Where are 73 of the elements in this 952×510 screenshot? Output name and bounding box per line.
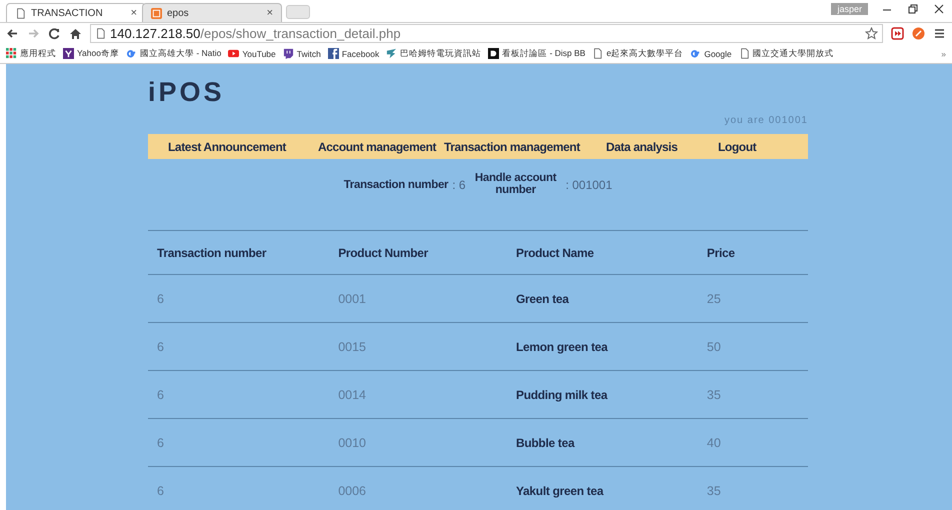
home-icon[interactable]: [69, 27, 82, 40]
nav-link[interactable]: Transaction management: [444, 140, 580, 154]
more-bookmarks-icon[interactable]: »: [941, 48, 946, 58]
bookmark[interactable]: 看板討論區 - Disp BB: [488, 48, 586, 60]
page-icon: [738, 48, 750, 59]
close-icon[interactable]: ×: [266, 7, 273, 19]
back-icon[interactable]: [6, 27, 19, 40]
youtube-icon: [228, 48, 240, 59]
table-cell: Green tea: [507, 274, 698, 322]
page-icon: [592, 48, 604, 59]
twitch-icon: [282, 48, 294, 59]
dragon-icon: [386, 48, 398, 59]
column-header: Product Number: [329, 230, 507, 274]
site-logo: iPOS: [148, 77, 225, 107]
table-cell: 0015: [329, 322, 507, 370]
table-cell: Pudding milk tea: [507, 370, 698, 418]
browser-tab[interactable]: epos ×: [142, 3, 282, 22]
bookmark[interactable]: 巴哈姆特電玩資訊站: [386, 48, 482, 60]
table-cell: 6: [148, 370, 330, 418]
table-cell: 35: [698, 370, 808, 418]
facebook-icon: [328, 48, 339, 59]
app-icon: [151, 8, 162, 18]
column-header: Price: [698, 230, 808, 274]
nav-link[interactable]: Data analysis: [606, 140, 678, 154]
bookmark[interactable]: Google: [690, 48, 732, 59]
bookmark[interactable]: e起來高大數學平台: [592, 48, 684, 60]
nav-link[interactable]: Logout: [718, 140, 756, 154]
user-label: you are 001001: [723, 115, 808, 127]
extension-icon[interactable]: [891, 27, 904, 40]
close-icon[interactable]: ×: [130, 7, 137, 19]
table-cell: 0014: [329, 370, 507, 418]
table-cell: 0001: [329, 274, 507, 322]
restore-icon[interactable]: [906, 2, 920, 16]
menu-icon[interactable]: [933, 27, 946, 40]
d-logo-icon: [488, 48, 500, 59]
table-cell: Bubble tea: [507, 418, 698, 466]
column-header: Transaction number: [148, 230, 330, 274]
pen-icon[interactable]: [912, 27, 925, 40]
star-icon[interactable]: [865, 27, 878, 40]
bookmark[interactable]: Facebook: [328, 48, 380, 59]
table-cell: 0010: [329, 418, 507, 466]
transaction-label: Transaction number: [344, 178, 448, 190]
nav-link[interactable]: Account management: [318, 140, 436, 154]
table-cell: 40: [698, 418, 808, 466]
table-cell: 35: [698, 466, 808, 510]
close-icon[interactable]: [932, 2, 946, 16]
bookmark[interactable]: Yahoo奇摩: [63, 48, 119, 60]
table-cell: 25: [698, 274, 808, 322]
apps-icon: [6, 48, 17, 59]
account-label: Handle account number: [474, 173, 558, 196]
bookmark[interactable]: Twitch: [282, 48, 321, 59]
table-cell: Lemon green tea: [507, 322, 698, 370]
page-icon: [95, 28, 106, 39]
bookmark[interactable]: 國立高雄大學 - Natio: [126, 48, 222, 60]
bookmark[interactable]: 國立交通大學開放式: [738, 48, 834, 60]
account-value: : 001001: [566, 178, 612, 192]
table-cell: 0006: [329, 466, 507, 510]
table-cell: 50: [698, 322, 808, 370]
column-header: Product Name: [507, 230, 698, 274]
table-cell: 6: [148, 274, 330, 322]
bookmark[interactable]: 應用程式: [6, 48, 56, 60]
table-cell: 6: [148, 322, 330, 370]
reload-icon[interactable]: [48, 27, 61, 40]
bookmark[interactable]: YouTube: [228, 48, 276, 59]
table-cell: 6: [148, 466, 330, 510]
browser-tab[interactable]: TRANSACTION ×: [6, 3, 146, 22]
nav-link[interactable]: Latest Announcement: [168, 140, 286, 154]
yahoo-icon: [63, 48, 74, 59]
transaction-value: : 6: [452, 178, 466, 192]
table-cell: 6: [148, 418, 330, 466]
table-cell: Yakult green tea: [507, 466, 698, 510]
address-bar[interactable]: 140.127.218.50/epos/show_transaction_detail.php: [90, 24, 883, 43]
page-icon: [15, 8, 26, 18]
